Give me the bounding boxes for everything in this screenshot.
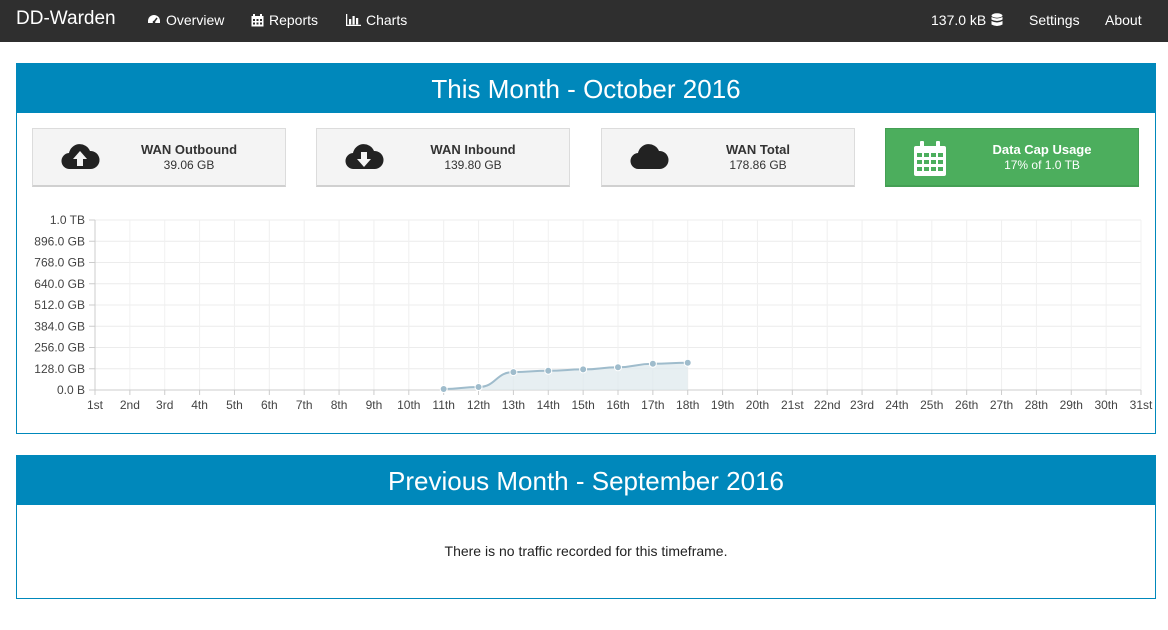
x-tick-label: 27th	[990, 398, 1013, 412]
nav-reports[interactable]: Reports	[251, 12, 318, 28]
previous-month-panel: Previous Month - September 2016 There is…	[16, 455, 1156, 599]
wan-outbound-title: WAN Outbound	[140, 142, 238, 157]
x-tick-label: 1st	[87, 398, 104, 412]
wan-inbound-title: WAN Inbound	[430, 142, 516, 157]
nav-charts-label: Charts	[366, 12, 408, 28]
x-tick-label: 23rd	[850, 398, 874, 412]
x-tick-label: 10th	[397, 398, 420, 412]
data-point	[509, 368, 518, 377]
monthly-traffic-chart: 0.0 B 128.0 GB 256.0 GB 384.0 GB 512.0 GB 640…	[34, 213, 1153, 412]
no-traffic-message: There is no traffic recorded for this ti…	[444, 543, 728, 559]
wan-total-stat: WAN Total 178.86 GB	[601, 128, 855, 187]
data-cap-stat: Data Cap Usage 17% of 1.0 TB	[885, 128, 1139, 187]
data-cap-value: 17% of 1.0 TB	[1004, 158, 1080, 172]
data-point	[439, 385, 448, 394]
x-tick-label: 31st	[1130, 398, 1153, 412]
y-tick-label: 1.0 TB	[50, 213, 85, 227]
nav-overview-label: Overview	[166, 12, 225, 28]
data-point	[474, 383, 483, 392]
x-tick-label: 21st	[781, 398, 804, 412]
x-tick-label: 13th	[502, 398, 525, 412]
x-tick-label: 16th	[606, 398, 629, 412]
y-tick-label: 384.0 GB	[34, 319, 85, 333]
x-tick-label: 20th	[746, 398, 769, 412]
data-point	[683, 358, 692, 367]
x-tick-label: 18th	[676, 398, 699, 412]
x-tick-label: 12th	[467, 398, 490, 412]
y-tick-label: 896.0 GB	[34, 234, 85, 248]
wan-outbound-stat: WAN Outbound 39.06 GB	[32, 128, 286, 187]
calendar-icon	[913, 141, 947, 180]
y-tick-label: 512.0 GB	[34, 298, 85, 312]
x-tick-label: 17th	[641, 398, 664, 412]
x-tick-label: 6th	[261, 398, 278, 412]
x-tick-label: 25th	[920, 398, 943, 412]
dashboard-icon	[147, 14, 161, 26]
wan-inbound-stat: WAN Inbound 139.80 GB	[316, 128, 570, 187]
x-tick-label: 19th	[711, 398, 734, 412]
x-tick-label: 28th	[1025, 398, 1048, 412]
this-month-panel: This Month - October 2016 WAN Outbound 3…	[16, 63, 1156, 434]
y-tick-label: 768.0 GB	[34, 256, 85, 270]
data-cap-title: Data Cap Usage	[992, 142, 1092, 157]
x-tick-label: 7th	[296, 398, 313, 412]
y-tick-label: 256.0 GB	[34, 341, 85, 355]
x-tick-label: 8th	[331, 398, 348, 412]
calendar-icon	[251, 13, 264, 27]
y-tick-label: 640.0 GB	[34, 277, 85, 291]
data-point	[579, 365, 588, 374]
nav-overview[interactable]: Overview	[147, 12, 224, 28]
previous-month-heading: Previous Month - September 2016	[17, 456, 1155, 505]
wan-inbound-value: 139.80 GB	[444, 158, 502, 172]
x-tick-label: 26th	[955, 398, 978, 412]
data-point	[648, 359, 657, 368]
wan-outbound-value: 39.06 GB	[163, 158, 215, 172]
bar-chart-icon	[346, 14, 361, 26]
brand-logo[interactable]: DD-Warden	[16, 8, 116, 30]
x-tick-label: 11th	[432, 398, 454, 412]
x-tick-label: 14th	[537, 398, 560, 412]
y-tick-label: 0.0 B	[57, 383, 85, 397]
wan-total-title: WAN Total	[725, 142, 791, 157]
this-month-heading: This Month - October 2016	[17, 64, 1155, 113]
x-tick-label: 5th	[226, 398, 243, 412]
x-tick-label: 15th	[571, 398, 594, 412]
x-tick-label: 3rd	[156, 398, 173, 412]
x-tick-label: 30th	[1094, 398, 1117, 412]
nav-settings[interactable]: Settings	[1029, 12, 1080, 28]
x-tick-label: 22nd	[814, 398, 841, 412]
x-tick-label: 9th	[366, 398, 383, 412]
nav-reports-label: Reports	[269, 12, 319, 28]
nav-charts[interactable]: Charts	[346, 12, 407, 28]
x-tick-label: 29th	[1060, 398, 1083, 412]
y-tick-label: 128.0 GB	[34, 362, 85, 376]
nav-usage-label: 137.0 kB	[931, 12, 987, 28]
x-tick-label: 4th	[191, 398, 208, 412]
nav-about[interactable]: About	[1105, 12, 1142, 28]
x-tick-label: 24th	[885, 398, 908, 412]
x-tick-label: 2nd	[120, 398, 140, 412]
wan-total-value: 178.86 GB	[729, 158, 787, 172]
database-icon	[991, 13, 1003, 27]
navbar: DD-Warden Overview Reports Charts 137.0 …	[0, 0, 1168, 42]
nav-usage[interactable]: 137.0 kB	[931, 12, 1003, 28]
data-point	[544, 366, 553, 375]
data-point	[614, 363, 622, 372]
